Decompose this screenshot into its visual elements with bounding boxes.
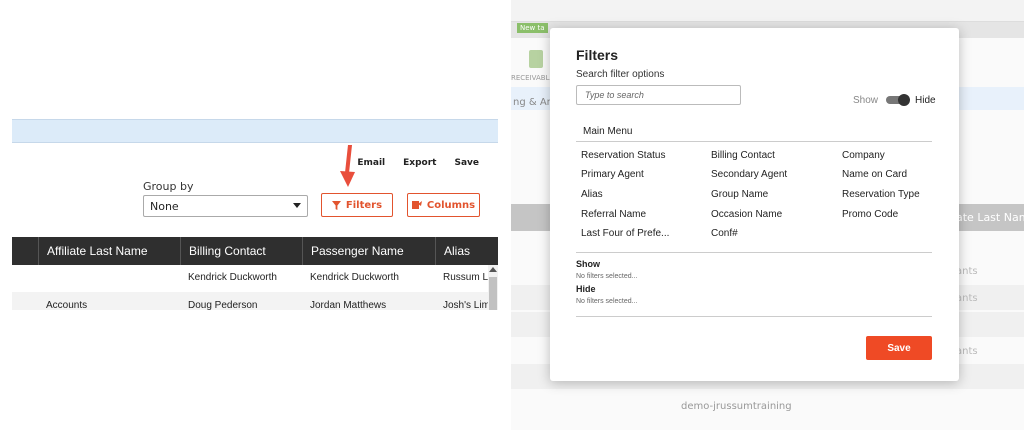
filter-option-name-on-card[interactable]: Name on Card [842, 169, 907, 180]
column-header-passenger-name[interactable]: Passenger Name [302, 237, 435, 265]
background-last-name-header: ate Last Nam [956, 211, 1024, 224]
email-link[interactable]: Email [357, 158, 385, 168]
filter-option-last-four[interactable]: Last Four of Prefe... [581, 228, 669, 239]
modal-title: Filters [576, 47, 619, 63]
column-header-alias[interactable]: Alias [435, 237, 498, 265]
filter-option-alias[interactable]: Alias [581, 189, 603, 200]
left-panel: Email Export Save Group by None Filters … [0, 0, 500, 430]
cell-affiliate [38, 265, 180, 290]
browser-bar [511, 0, 1024, 22]
chevron-down-icon [293, 203, 301, 208]
cell-affiliate: Accounts [46, 300, 88, 311]
save-button[interactable]: Save [866, 336, 932, 360]
cell-billing-contact: Kendrick Duckworth [188, 272, 277, 283]
toolbar-links: Email Export Save [357, 158, 479, 168]
red-arrow-icon [340, 145, 355, 187]
filter-option-referral-name[interactable]: Referral Name [581, 209, 646, 220]
scroll-up-icon[interactable] [489, 267, 497, 272]
show-section-label: Show [576, 259, 600, 269]
group-by-select[interactable]: None [143, 195, 308, 217]
blue-header-bar [12, 119, 498, 143]
filter-option-conf-number[interactable]: Conf# [711, 228, 738, 239]
background-row-text: ants [956, 346, 978, 357]
columns-button[interactable]: Columns [407, 193, 480, 217]
export-link[interactable]: Export [403, 158, 436, 168]
filters-modal: Filters Search filter options Show Hide … [550, 28, 959, 381]
filter-option-reservation-type[interactable]: Reservation Type [842, 189, 920, 200]
filter-option-reservation-status[interactable]: Reservation Status [581, 150, 666, 161]
toggle-knob[interactable] [898, 94, 910, 106]
receivable-icon [529, 50, 543, 68]
header-blank-cell [12, 237, 38, 265]
column-header-billing-contact[interactable]: Billing Contact [180, 237, 302, 265]
filter-icon [331, 200, 341, 210]
column-header-affiliate-last-name[interactable]: Affiliate Last Name [38, 237, 180, 265]
main-menu-label: Main Menu [583, 126, 633, 137]
filter-option-promo-code[interactable]: Promo Code [842, 209, 898, 220]
columns-button-label: Columns [426, 199, 476, 211]
filter-option-primary-agent[interactable]: Primary Agent [581, 169, 644, 180]
group-by-label: Group by [143, 180, 194, 193]
save-link[interactable]: Save [454, 158, 479, 168]
filters-button-label: Filters [345, 199, 383, 211]
new-tab-label: New ta [517, 23, 548, 33]
receivable-label: RECEIVABL [511, 74, 550, 82]
modal-subtitle: Search filter options [576, 69, 665, 80]
cell-passenger-name: Jordan Matthews [310, 300, 387, 311]
show-empty-text: No filters selected... [576, 273, 638, 280]
filters-button[interactable]: Filters [321, 193, 393, 217]
cell-alias: Russum Lir [443, 272, 488, 283]
cell-alias: Josh's Limo [443, 300, 488, 311]
table-row[interactable]: Accounts Doug Pederson Jordan Matthews J… [12, 292, 498, 311]
hide-empty-text: No filters selected... [576, 298, 638, 305]
columns-icon [411, 201, 422, 209]
scrollbar-thumb[interactable] [489, 277, 497, 310]
filter-option-company[interactable]: Company [842, 150, 885, 161]
filter-option-occasion-name[interactable]: Occasion Name [711, 209, 782, 220]
group-by-value: None [150, 200, 179, 213]
cell-billing-contact: Doug Pederson [188, 300, 258, 311]
divider [576, 252, 932, 253]
divider [576, 316, 932, 317]
footer-text: demo-jrussumtraining [681, 401, 792, 412]
background-row-text: ants [956, 266, 978, 277]
toggle-show-label: Show [853, 95, 879, 106]
filter-option-secondary-agent[interactable]: Secondary Agent [711, 169, 787, 180]
filter-search-input[interactable] [576, 85, 741, 105]
cell-passenger-name: Kendrick Duckworth [310, 272, 399, 283]
background-row-text: ants [956, 293, 978, 304]
table-row[interactable]: Kendrick Duckworth Kendrick Duckworth Ru… [12, 265, 498, 290]
filter-option-billing-contact[interactable]: Billing Contact [711, 150, 775, 161]
toggle-hide-label: Hide [915, 95, 936, 106]
filter-option-group-name[interactable]: Group Name [711, 189, 768, 200]
table-header: Affiliate Last Name Billing Contact Pass… [12, 237, 498, 265]
hide-section-label: Hide [576, 284, 596, 294]
divider [576, 141, 932, 142]
